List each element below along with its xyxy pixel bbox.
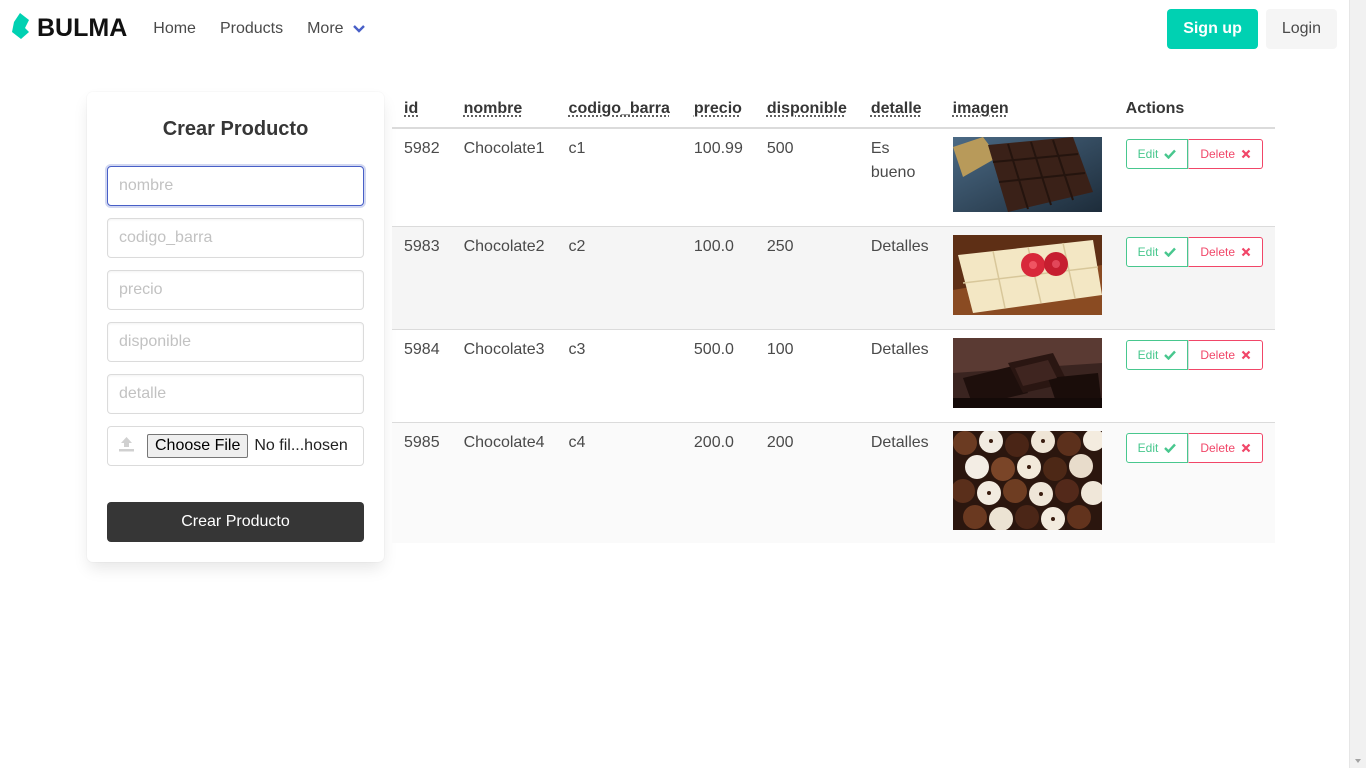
create-product-card: Crear Producto Choose File No fil...hose… — [87, 92, 384, 562]
cell-disponible: 250 — [754, 226, 859, 330]
header-precio: precio — [693, 100, 742, 117]
check-icon — [1164, 443, 1177, 453]
cell-id: 5983 — [392, 226, 452, 330]
cell-codigo-barra: c3 — [556, 329, 682, 423]
table-row: 5985 Chocolate4 c4 200.0 200 Detalles Ed… — [392, 422, 1276, 543]
bulma-logo-icon — [12, 12, 31, 45]
close-icon — [1241, 149, 1251, 159]
codigo-barra-input[interactable] — [107, 218, 364, 258]
cell-codigo-barra: c4 — [556, 422, 682, 543]
edit-button[interactable]: Edit — [1125, 139, 1189, 169]
edit-button[interactable]: Edit — [1125, 432, 1189, 463]
edit-label: Edit — [1137, 347, 1159, 362]
delete-button[interactable]: Delete — [1188, 432, 1264, 463]
dark-chocolate-bar-image — [952, 137, 1102, 212]
cell-disponible: 500 — [754, 128, 859, 227]
navbar: BULMA Home Products More Sign up Login — [0, 0, 1349, 57]
row-actions: Edit Delete — [1125, 139, 1264, 169]
cell-id: 5982 — [392, 128, 452, 227]
check-icon — [1164, 149, 1177, 159]
cell-detalle: Es bueno — [858, 128, 941, 227]
row-actions: Edit Delete — [1125, 432, 1264, 463]
brand-name: BULMA — [37, 14, 128, 42]
nav-more-label: More — [307, 19, 344, 37]
edit-label: Edit — [1137, 244, 1159, 259]
edit-button[interactable]: Edit — [1125, 339, 1189, 370]
close-icon — [1241, 443, 1251, 452]
table-row: 5982 Chocolate1 c1 100.99 500 Es bueno E… — [392, 128, 1276, 227]
cell-nombre: Chocolate4 — [451, 422, 557, 543]
header-detalle: detalle — [870, 100, 922, 117]
edit-label: Edit — [1137, 147, 1159, 161]
table-row: 5984 Chocolate3 c3 500.0 100 Detalles Ed… — [392, 329, 1276, 423]
cell-detalle: Detalles — [858, 422, 941, 543]
cell-detalle: Detalles — [858, 329, 941, 423]
table-header-row: id nombre codigo_barra precio disponible… — [392, 92, 1276, 129]
header-codigo-barra: codigo_barra — [568, 100, 670, 117]
upload-icon — [118, 436, 135, 457]
products-table: id nombre codigo_barra precio disponible… — [392, 92, 1276, 543]
chevron-down-icon — [352, 20, 365, 38]
delete-button[interactable]: Delete — [1188, 139, 1264, 169]
signup-button[interactable]: Sign up — [1167, 8, 1258, 49]
row-actions: Edit Delete — [1125, 236, 1264, 267]
cell-precio: 200.0 — [681, 422, 755, 543]
brand-logo[interactable]: BULMA — [12, 12, 127, 45]
close-icon — [1241, 247, 1251, 256]
products-table-container: id nombre codigo_barra precio disponible… — [392, 92, 1276, 543]
cell-nombre: Chocolate1 — [451, 128, 557, 227]
delete-label: Delete — [1200, 440, 1236, 455]
cell-disponible: 200 — [754, 422, 859, 543]
header-id: id — [404, 100, 419, 117]
choose-file-button[interactable]: Choose File — [147, 434, 249, 458]
login-button[interactable]: Login — [1265, 8, 1337, 49]
cell-nombre: Chocolate2 — [451, 226, 557, 330]
header-imagen: imagen — [952, 100, 1009, 117]
delete-label: Delete — [1200, 147, 1236, 161]
close-icon — [1241, 350, 1251, 359]
file-input[interactable]: Choose File No fil...hosen — [107, 426, 364, 466]
nav-products[interactable]: Products — [220, 20, 283, 38]
header-actions: Actions — [1125, 100, 1185, 117]
vertical-scrollbar[interactable] — [1349, 0, 1366, 768]
check-icon — [1164, 350, 1177, 360]
cell-precio: 100.99 — [681, 128, 755, 227]
delete-button[interactable]: Delete — [1188, 236, 1264, 267]
cell-nombre: Chocolate3 — [451, 329, 557, 423]
disponible-input[interactable] — [107, 322, 364, 362]
cell-detalle: Detalles — [858, 226, 941, 330]
nav-home[interactable]: Home — [153, 20, 196, 38]
nombre-input[interactable] — [107, 166, 364, 206]
edit-label: Edit — [1137, 440, 1159, 455]
delete-label: Delete — [1200, 347, 1236, 362]
cell-precio: 500.0 — [681, 329, 755, 423]
crear-producto-button[interactable]: Crear Producto — [107, 502, 364, 542]
row-actions: Edit Delete — [1125, 339, 1264, 370]
delete-label: Delete — [1200, 244, 1236, 259]
cell-codigo-barra: c2 — [556, 226, 682, 330]
assorted-truffles-image — [952, 430, 1102, 530]
cell-precio: 100.0 — [681, 226, 755, 330]
delete-button[interactable]: Delete — [1188, 339, 1264, 370]
precio-input[interactable] — [107, 270, 364, 310]
header-disponible: disponible — [766, 100, 847, 117]
nav-more-dropdown[interactable]: More — [307, 19, 365, 38]
edit-button[interactable]: Edit — [1125, 236, 1189, 267]
cell-disponible: 100 — [754, 329, 859, 423]
scroll-down-arrow-icon[interactable] — [1355, 759, 1361, 763]
table-row: 5983 Chocolate2 c2 100.0 250 Detalles Ed… — [392, 226, 1276, 330]
file-name-text: No fil...hosen — [254, 437, 348, 454]
cell-id: 5984 — [392, 329, 452, 423]
check-icon — [1164, 247, 1177, 257]
header-nombre: nombre — [463, 100, 523, 117]
detalle-input[interactable] — [107, 374, 364, 414]
white-chocolate-raspberry-image — [952, 234, 1102, 315]
cell-id: 5985 — [392, 422, 452, 543]
cell-codigo-barra: c1 — [556, 128, 682, 227]
dark-chocolate-pieces-image — [952, 337, 1102, 408]
form-title: Crear Producto — [162, 118, 309, 140]
